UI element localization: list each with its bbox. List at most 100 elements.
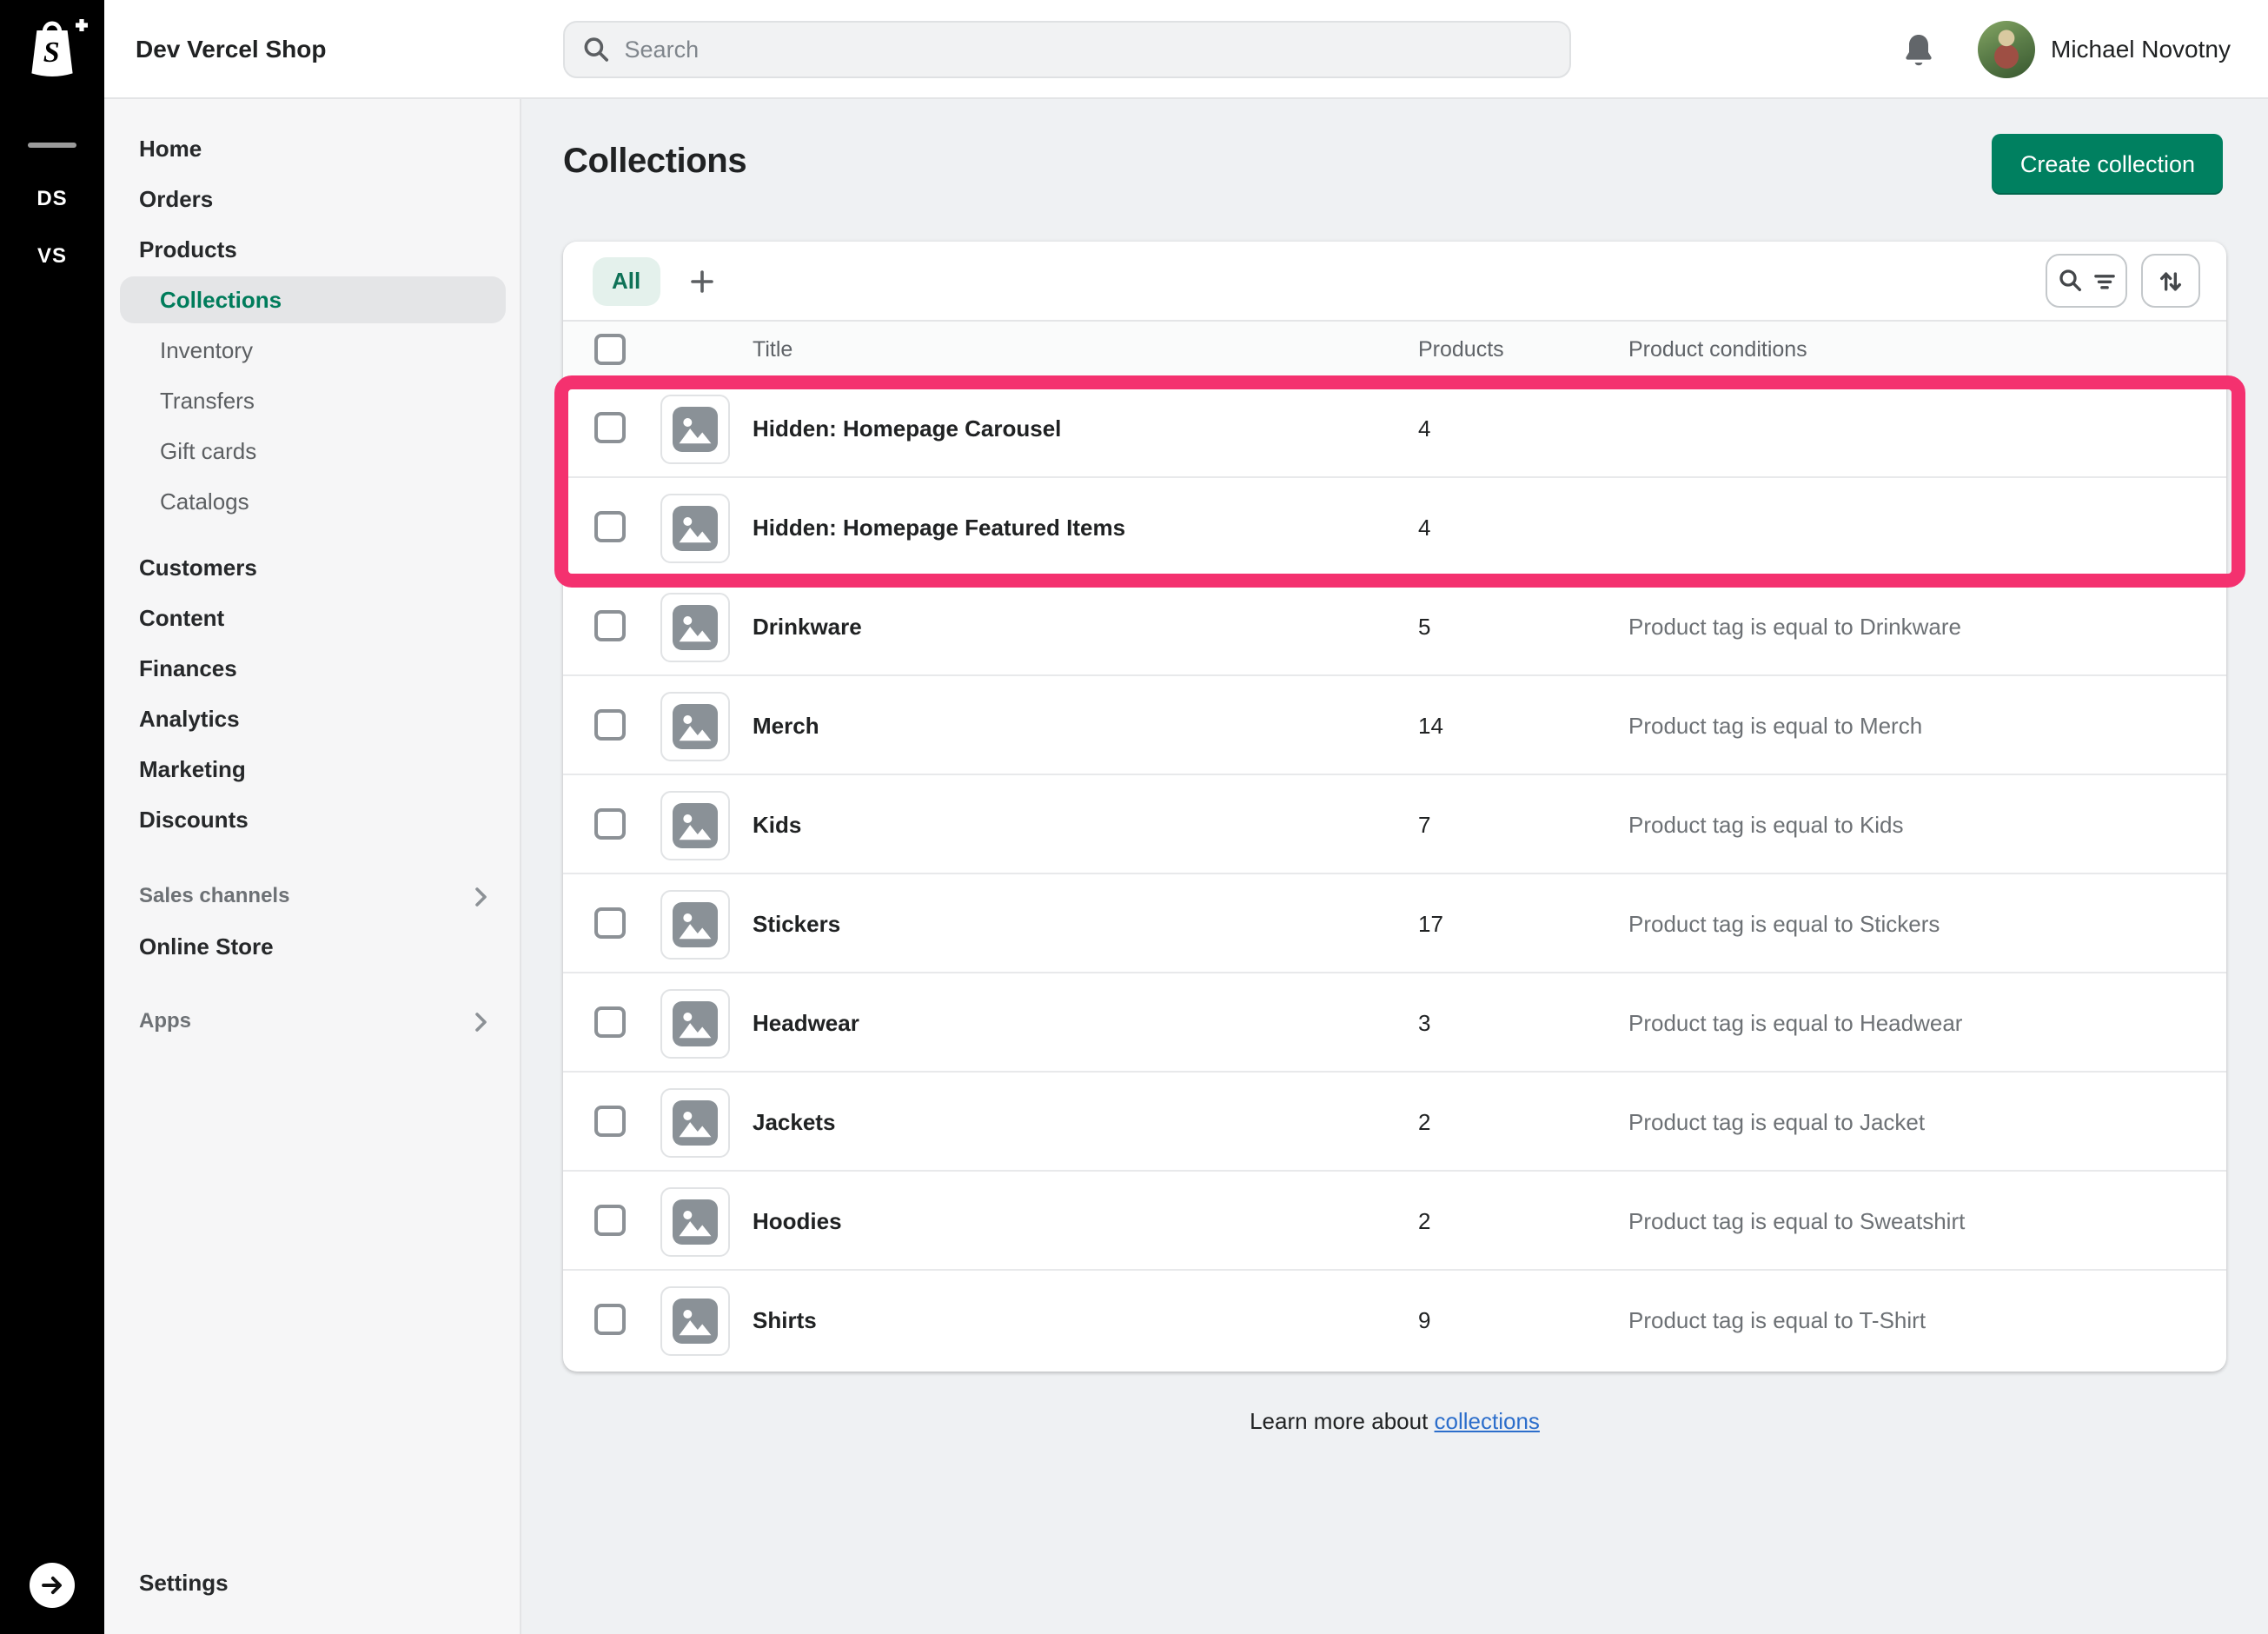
- image-placeholder-icon: [673, 902, 718, 947]
- store-switcher-vs[interactable]: VS: [0, 243, 104, 268]
- column-header-title[interactable]: Title: [753, 322, 792, 379]
- sidebar-item-discounts[interactable]: Discounts: [104, 794, 520, 845]
- sidebar-item-inventory[interactable]: Inventory: [104, 325, 520, 375]
- table-header-row: Title Products Product conditions: [563, 322, 2226, 379]
- rail-divider: [28, 143, 76, 148]
- sidebar-section-apps[interactable]: Apps: [104, 996, 520, 1046]
- sidebar-item-label: Collections: [160, 287, 282, 313]
- table-row[interactable]: Jackets2Product tag is equal to Jacket: [563, 1073, 2226, 1172]
- sidebar-section-sales-channels[interactable]: Sales channels: [104, 871, 520, 921]
- sidebar-item-catalogs[interactable]: Catalogs: [104, 476, 520, 527]
- sales-channels-label: Sales channels: [139, 871, 289, 921]
- sidebar-item-products[interactable]: Products: [104, 224, 520, 275]
- collection-condition: Product tag is equal to Drinkware: [1628, 577, 1961, 676]
- svg-text:S: S: [43, 37, 60, 69]
- table-row[interactable]: Hidden: Homepage Featured Items4: [563, 478, 2226, 577]
- row-checkbox[interactable]: [594, 1304, 626, 1335]
- sidebar-item-finances[interactable]: Finances: [104, 643, 520, 694]
- collection-thumbnail: [660, 1088, 730, 1158]
- sidebar-item-marketing[interactable]: Marketing: [104, 744, 520, 794]
- create-collection-button[interactable]: Create collection: [1993, 134, 2223, 195]
- collection-thumbnail: [660, 395, 730, 464]
- image-placeholder-icon: [673, 1100, 718, 1146]
- collections-help-link[interactable]: collections: [1435, 1408, 1540, 1434]
- sidebar-item-content[interactable]: Content: [104, 593, 520, 643]
- sidebar-item-customers[interactable]: Customers: [104, 542, 520, 593]
- row-checkbox[interactable]: [594, 412, 626, 443]
- sort-arrows-icon: [2157, 267, 2185, 295]
- row-checkbox[interactable]: [594, 907, 626, 939]
- store-switcher-ds[interactable]: DS: [0, 186, 104, 210]
- sidebar-item-orders[interactable]: Orders: [104, 174, 520, 224]
- arrow-right-icon: [36, 1570, 68, 1601]
- filter-icon: [2092, 269, 2116, 293]
- row-checkbox[interactable]: [594, 610, 626, 641]
- apps-label: Apps: [139, 996, 191, 1046]
- collection-product-count: 4: [1418, 478, 1430, 577]
- sidebar-item-transfers[interactable]: Transfers: [104, 375, 520, 426]
- table-row[interactable]: Hoodies 2 Product tag is equal to Sweatshi…: [563, 1172, 2226, 1271]
- add-view-button[interactable]: [677, 256, 726, 305]
- collection-product-count: 2: [1418, 1172, 1430, 1271]
- column-header-conditions[interactable]: Product conditions: [1628, 322, 1807, 379]
- app-window: S DS VS Dev Vercel Shop: [0, 0, 2268, 1634]
- collection-product-count: 5: [1418, 577, 1430, 676]
- footer-note: Learn more about collections: [563, 1408, 2226, 1434]
- global-search[interactable]: [563, 21, 1571, 78]
- table-row[interactable]: Kids7Product tag is equal to Kids: [563, 775, 2226, 874]
- user-name[interactable]: Michael Novotny: [2051, 0, 2231, 97]
- sidebar-item-settings[interactable]: Settings: [104, 1558, 520, 1608]
- image-placeholder-icon: [673, 704, 718, 749]
- collection-condition: Product tag is equal to Sweatshirt: [1628, 1172, 1965, 1271]
- row-checkbox[interactable]: [594, 511, 626, 542]
- search-input[interactable]: [625, 37, 1552, 63]
- store-switcher-rail: S DS VS: [0, 0, 104, 1634]
- table-row[interactable]: Headwear3Product tag is equal to Headwea…: [563, 973, 2226, 1073]
- user-avatar[interactable]: [1978, 21, 2035, 78]
- tab-all[interactable]: All: [593, 256, 660, 305]
- collection-thumbnail: [660, 494, 730, 563]
- image-placeholder-icon: [673, 1199, 718, 1245]
- collection-product-count: 4: [1418, 379, 1430, 478]
- footer-text: Learn more about: [1250, 1408, 1434, 1434]
- row-checkbox[interactable]: [594, 1205, 626, 1236]
- table-row[interactable]: Shirts9Product tag is equal to T-Shirt: [563, 1271, 2226, 1370]
- shopify-bag-icon: S: [14, 9, 90, 85]
- top-bar: Dev Vercel Shop Michael Novotny: [104, 0, 2268, 99]
- collection-title: Kids: [753, 775, 801, 874]
- collection-product-count: 7: [1418, 775, 1430, 874]
- card-toolbar: All: [563, 242, 2226, 322]
- sidebar-item-collections[interactable]: Collections: [104, 275, 520, 325]
- sidebar-item-online-store[interactable]: Online Store: [104, 921, 520, 972]
- row-checkbox[interactable]: [594, 808, 626, 840]
- table-row[interactable]: Stickers17Product tag is equal to Sticke…: [563, 874, 2226, 973]
- collection-product-count: 9: [1418, 1271, 1430, 1370]
- page-title: Collections: [563, 143, 746, 183]
- notifications-button[interactable]: [1898, 30, 1940, 71]
- search-and-filter-button[interactable]: [2046, 254, 2127, 308]
- plus-icon: [689, 269, 713, 293]
- collection-condition: Product tag is equal to Headwear: [1628, 973, 1962, 1073]
- shop-name: Dev Vercel Shop: [136, 0, 326, 97]
- collection-title: Hoodies: [753, 1172, 842, 1271]
- sidebar-item-home[interactable]: Home: [104, 123, 520, 174]
- collection-product-count: 17: [1418, 874, 1443, 973]
- image-placeholder-icon: [673, 506, 718, 551]
- collection-thumbnail: [660, 1187, 730, 1257]
- search-icon: [2057, 268, 2083, 294]
- table-row[interactable]: Hidden: Homepage Carousel4: [563, 379, 2226, 478]
- row-checkbox[interactable]: [594, 1106, 626, 1137]
- row-checkbox[interactable]: [594, 1006, 626, 1038]
- bell-icon: [1898, 30, 1940, 71]
- sidebar-item-gift-cards[interactable]: Gift cards: [104, 426, 520, 476]
- sort-button[interactable]: [2141, 254, 2200, 308]
- table-row[interactable]: Drinkware5Product tag is equal to Drinkw…: [563, 577, 2226, 676]
- shopify-plus-logo[interactable]: S: [14, 9, 90, 89]
- sidebar-item-analytics[interactable]: Analytics: [104, 694, 520, 744]
- select-all-checkbox[interactable]: [594, 334, 626, 365]
- row-checkbox[interactable]: [594, 709, 626, 741]
- expand-rail-button[interactable]: [30, 1563, 75, 1608]
- table-row[interactable]: Merch14Product tag is equal to Merch: [563, 676, 2226, 775]
- sidebar-nav: Home Orders Products Collections Invento…: [104, 99, 521, 1634]
- column-header-products[interactable]: Products: [1418, 322, 1504, 379]
